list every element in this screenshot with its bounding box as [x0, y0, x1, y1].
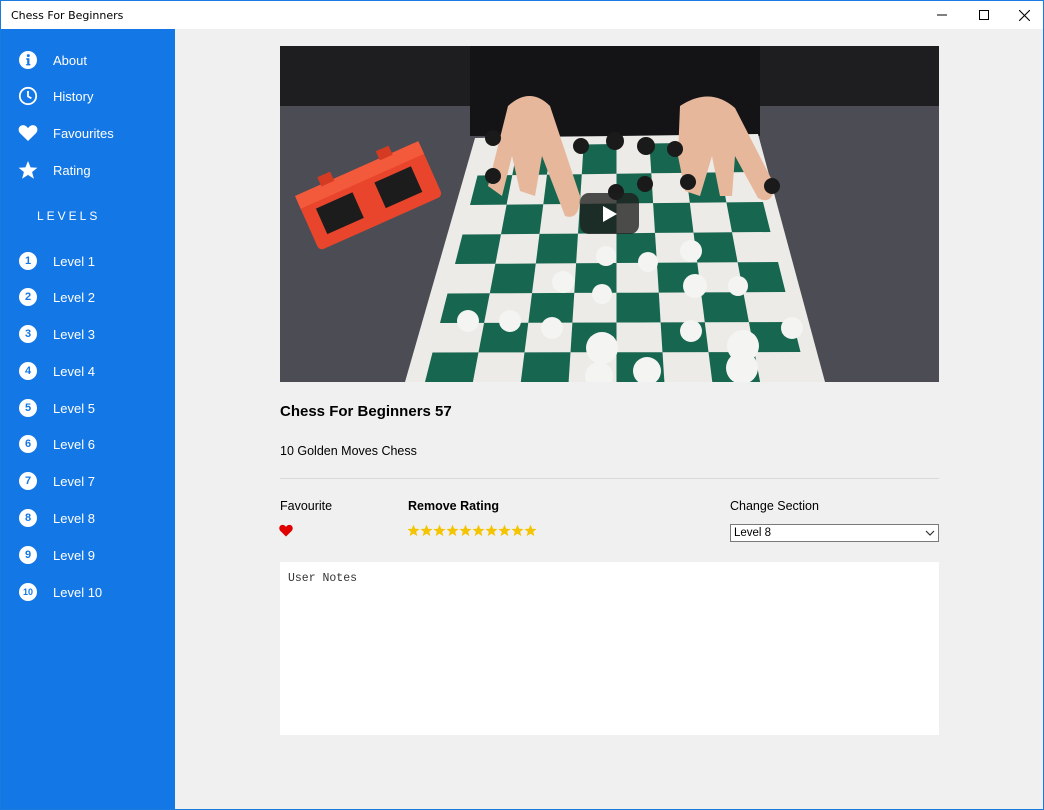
- info-icon: [18, 50, 38, 70]
- sidebar-item-label: Favourites: [53, 125, 114, 141]
- sidebar-item-level-2[interactable]: 2 Level 2: [1, 279, 175, 315]
- sidebar-item-about[interactable]: About: [1, 42, 175, 78]
- levels-heading: LEVELS: [37, 209, 101, 223]
- chevron-down-icon: [925, 530, 935, 536]
- sidebar-item-level-10[interactable]: 10 Level 10: [1, 574, 175, 610]
- number-4-icon: 4: [18, 361, 38, 381]
- change-section-label: Change Section: [730, 499, 819, 513]
- rating-star-icon[interactable]: [472, 524, 485, 537]
- rating-star-icon[interactable]: [446, 524, 459, 537]
- sidebar-item-label: Level 3: [53, 326, 95, 342]
- rating-star-icon[interactable]: [485, 524, 498, 537]
- sidebar-item-level-1[interactable]: 1 Level 1: [1, 243, 175, 279]
- video-title: Chess For Beginners 57: [280, 403, 452, 420]
- close-icon: [1018, 9, 1030, 21]
- sidebar-item-level-7[interactable]: 7 Level 7: [1, 463, 175, 499]
- rating-star-icon[interactable]: [459, 524, 472, 537]
- sidebar-item-level-9[interactable]: 9 Level 9: [1, 537, 175, 573]
- minimize-button[interactable]: [919, 1, 965, 29]
- minimize-icon: [937, 14, 947, 16]
- number-1-icon: 1: [18, 251, 38, 271]
- divider: [280, 478, 939, 479]
- user-notes-field[interactable]: [280, 562, 939, 735]
- sidebar-item-level-4[interactable]: 4 Level 4: [1, 353, 175, 389]
- sidebar-item-history[interactable]: History: [1, 78, 175, 114]
- number-9-icon: 9: [18, 545, 38, 565]
- rating-star-icon[interactable]: [511, 524, 524, 537]
- star-icon: [18, 160, 38, 180]
- number-3-icon: 3: [18, 324, 38, 344]
- sidebar-item-level-8[interactable]: 8 Level 8: [1, 500, 175, 536]
- number-6-icon: 6: [18, 434, 38, 454]
- rating-stars[interactable]: [407, 524, 537, 537]
- rating-star-icon[interactable]: [433, 524, 446, 537]
- sidebar-item-level-6[interactable]: 6 Level 6: [1, 426, 175, 462]
- rating-star-icon[interactable]: [420, 524, 433, 537]
- sidebar-item-label: Level 9: [53, 547, 95, 563]
- video-player[interactable]: [280, 46, 939, 382]
- heart-icon: [18, 123, 38, 143]
- rating-star-icon[interactable]: [524, 524, 537, 537]
- sidebar-item-rating[interactable]: Rating: [1, 152, 175, 188]
- window-title: Chess For Beginners: [11, 9, 124, 22]
- sidebar-item-label: History: [53, 88, 94, 104]
- number-10-icon: 10: [18, 582, 38, 602]
- rating-star-icon[interactable]: [407, 524, 420, 537]
- section-select-value: Level 8: [734, 527, 772, 539]
- close-button[interactable]: [1001, 1, 1043, 29]
- number-2-icon: 2: [18, 287, 38, 307]
- sidebar-item-label: Level 7: [53, 473, 95, 489]
- sidebar: About History Favourites Rating LEVELS 1…: [1, 29, 175, 809]
- sidebar-item-label: Level 10: [53, 584, 103, 600]
- main-content: Chess For Beginners 57 10 Golden Moves C…: [175, 29, 1043, 809]
- sidebar-item-label: Rating: [53, 162, 91, 178]
- sidebar-item-label: Level 5: [53, 400, 95, 416]
- number-5-icon: 5: [18, 398, 38, 418]
- favourite-heart-icon[interactable]: [279, 524, 293, 537]
- clock-icon: [18, 86, 38, 106]
- sidebar-item-level-5[interactable]: 5 Level 5: [1, 390, 175, 426]
- title-bar: Chess For Beginners: [1, 1, 1043, 29]
- favourite-label: Favourite: [280, 499, 333, 513]
- app-window: Chess For Beginners About History Favour…: [0, 0, 1044, 810]
- play-icon: [602, 205, 617, 222]
- sidebar-item-label: Level 4: [53, 363, 95, 379]
- sidebar-item-label: Level 8: [53, 510, 95, 526]
- sidebar-item-level-3[interactable]: 3 Level 3: [1, 316, 175, 352]
- play-button[interactable]: [580, 193, 639, 234]
- sidebar-item-favourites[interactable]: Favourites: [1, 115, 175, 151]
- rating-star-icon[interactable]: [498, 524, 511, 537]
- remove-rating-button[interactable]: Remove Rating: [408, 499, 499, 513]
- sidebar-item-label: Level 1: [53, 253, 95, 269]
- sidebar-item-label: Level 6: [53, 436, 95, 452]
- section-select[interactable]: Level 8: [730, 524, 939, 542]
- video-subtitle: 10 Golden Moves Chess: [280, 444, 417, 458]
- maximize-icon: [979, 10, 989, 20]
- sidebar-item-label: Level 2: [53, 289, 95, 305]
- number-8-icon: 8: [18, 508, 38, 528]
- number-7-icon: 7: [18, 471, 38, 491]
- sidebar-item-label: About: [53, 52, 87, 68]
